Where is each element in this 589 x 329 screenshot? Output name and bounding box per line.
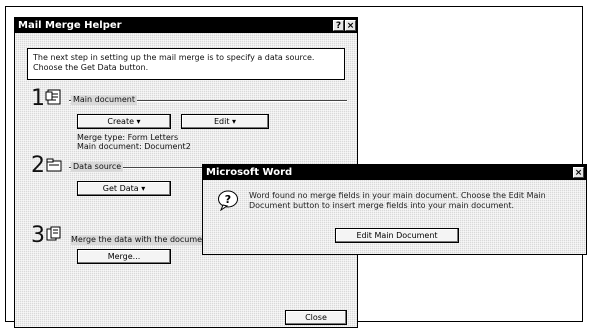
instructions-text: The next step in setting up the mail mer… <box>33 53 315 72</box>
step-3-label: Merge the data with the docume <box>71 235 203 245</box>
main-document-text: Main document: Document2 <box>77 142 191 151</box>
close-button[interactable]: Close <box>285 310 347 325</box>
create-button[interactable]: Create ▾ <box>77 114 171 129</box>
step-2-number: 2 <box>31 153 45 178</box>
edit-main-document-button[interactable]: Edit Main Document <box>335 228 459 243</box>
dialog-close-button[interactable]: × <box>573 167 584 178</box>
dialog-title-bar: Microsoft Word × <box>203 165 586 180</box>
data-source-icon <box>46 158 62 172</box>
dialog-message: Word found no merge fields in your main … <box>249 191 546 210</box>
edit-button[interactable]: Edit ▾ <box>181 114 269 129</box>
get-data-button[interactable]: Get Data ▾ <box>77 181 171 196</box>
microsoft-word-dialog: Microsoft Word × ? Word found no merge f… <box>202 164 587 255</box>
instructions-box: The next step in setting up the mail mer… <box>27 48 345 80</box>
step-3-number: 3 <box>31 223 45 248</box>
main-document-icon <box>45 89 61 105</box>
step-1-number: 1 <box>31 86 45 111</box>
question-icon: ? <box>218 190 238 211</box>
merge-icon <box>46 226 61 241</box>
dialog-title: Microsoft Word <box>206 167 293 178</box>
close-window-button[interactable]: × <box>345 20 356 31</box>
screenshot-frame: Mail Merge Helper ? × The next step in s… <box>5 6 587 328</box>
step-2-label: Data source <box>71 162 124 172</box>
title-bar: Mail Merge Helper ? × <box>15 18 357 33</box>
svg-text:?: ? <box>225 193 231 206</box>
help-button[interactable]: ? <box>333 20 344 31</box>
window-title: Mail Merge Helper <box>18 20 122 31</box>
step-1-label: Main document <box>71 95 138 105</box>
merge-button[interactable]: Merge... <box>77 249 171 264</box>
